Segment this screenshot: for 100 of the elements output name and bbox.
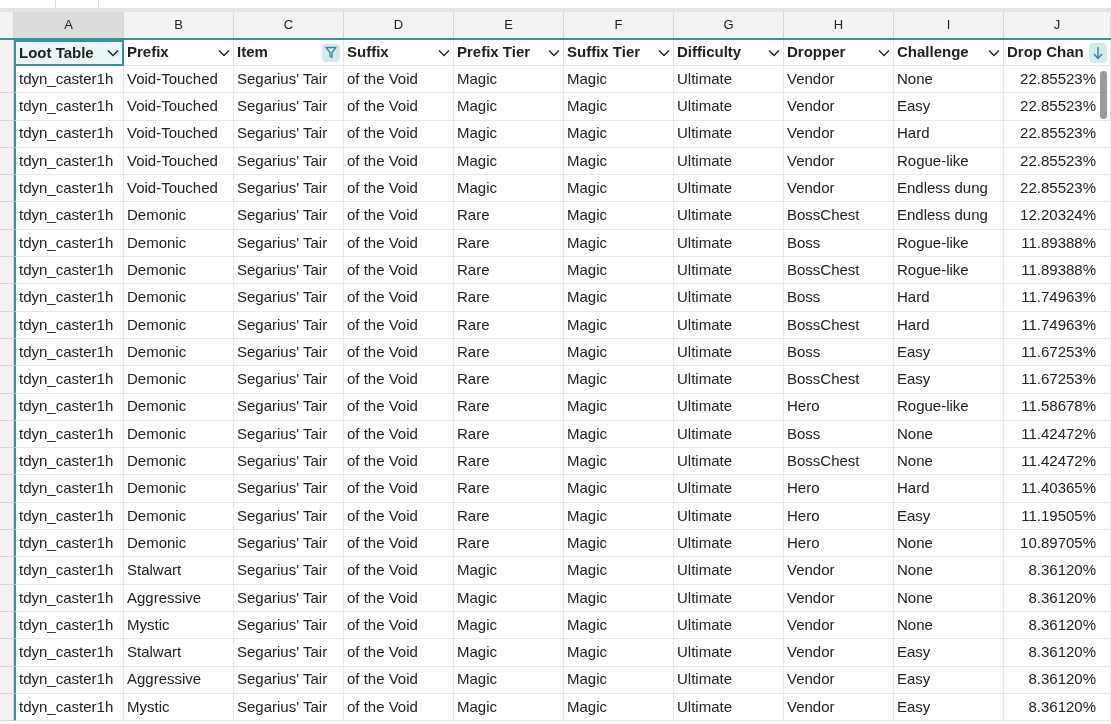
table-cell: Ultimate — [674, 639, 784, 667]
table-cell: Magic — [564, 311, 674, 339]
table-cell: tdyn_caster1h — [14, 502, 124, 531]
table-cell: BossChest — [784, 202, 894, 230]
table-cell: Magic — [564, 393, 674, 421]
row-header[interactable] — [0, 557, 14, 585]
table-cell: Stalwart — [124, 639, 234, 667]
table-cell: Hard — [894, 311, 1004, 339]
table-cell: 8.36120% — [1004, 639, 1111, 667]
table-cell: Ultimate — [674, 338, 784, 367]
table-cell: Void-Touched — [124, 66, 234, 94]
table-cell: tdyn_caster1h — [14, 530, 124, 558]
row-header[interactable] — [0, 147, 14, 176]
table-cell: Magic — [454, 147, 564, 176]
row-header[interactable] — [0, 366, 14, 394]
table-cell: Magic — [564, 229, 674, 258]
column-header[interactable]: Dropper — [784, 40, 894, 66]
column-header[interactable]: Drop Chan — [1004, 40, 1111, 66]
chevron-down-icon[interactable] — [438, 48, 450, 57]
chevron-down-icon[interactable] — [218, 48, 230, 57]
table-cell: Demonic — [124, 229, 234, 258]
table-cell: Magic — [564, 175, 674, 203]
table-cell: of the Void — [344, 693, 454, 722]
table-cell: of the Void — [344, 475, 454, 503]
table-cell: Hero — [784, 393, 894, 421]
chevron-down-icon[interactable] — [878, 48, 890, 57]
row-header[interactable] — [0, 40, 14, 66]
table-cell: Demonic — [124, 448, 234, 476]
row-header[interactable] — [0, 611, 14, 640]
row-header[interactable] — [0, 202, 14, 230]
row-header[interactable] — [0, 666, 14, 694]
table-cell: Segarius' Tair — [234, 666, 344, 694]
table-cell: Magic — [564, 666, 674, 694]
column-header[interactable]: Loot Table — [14, 40, 124, 66]
table-cell: Segarius' Tair — [234, 147, 344, 176]
table-cell: 22.85523% — [1004, 120, 1111, 148]
table-cell: Demonic — [124, 420, 234, 449]
column-header[interactable]: Challenge — [894, 40, 1004, 66]
row-header[interactable] — [0, 393, 14, 421]
table-cell: Segarius' Tair — [234, 448, 344, 476]
table-cell: Vendor — [784, 611, 894, 640]
filter-icon[interactable] — [322, 43, 340, 62]
column-header[interactable]: Suffix Tier — [564, 40, 674, 66]
chevron-down-icon[interactable] — [548, 48, 560, 57]
row-header[interactable] — [0, 257, 14, 285]
table-cell: Ultimate — [674, 448, 784, 476]
column-header[interactable]: Item — [234, 40, 344, 66]
row-header[interactable] — [0, 311, 14, 339]
scrollbar-thumb[interactable] — [1100, 71, 1107, 119]
row-header[interactable] — [0, 475, 14, 503]
table-cell: Demonic — [124, 530, 234, 558]
table-cell: Demonic — [124, 202, 234, 230]
chevron-down-icon[interactable] — [658, 48, 670, 57]
row-header[interactable] — [0, 175, 14, 203]
table-cell: Easy — [894, 502, 1004, 531]
row-header[interactable] — [0, 66, 14, 94]
table-cell: Magic — [564, 338, 674, 367]
column-header[interactable]: Prefix — [124, 40, 234, 66]
table-cell: 11.58678% — [1004, 393, 1111, 421]
row-header[interactable] — [0, 584, 14, 612]
row-header[interactable] — [0, 448, 14, 476]
chevron-down-icon[interactable] — [768, 48, 780, 57]
row-header[interactable] — [0, 284, 14, 312]
row-header[interactable] — [0, 502, 14, 531]
table-cell: Magic — [564, 611, 674, 640]
table-cell: Magic — [454, 175, 564, 203]
table-cell: Ultimate — [674, 366, 784, 394]
table-cell: tdyn_caster1h — [14, 693, 124, 722]
table-cell: Rogue-like — [894, 393, 1004, 421]
chevron-down-icon[interactable] — [988, 48, 1000, 57]
row-header[interactable] — [0, 639, 14, 667]
table-cell: 11.67253% — [1004, 366, 1111, 394]
row-header[interactable] — [0, 693, 14, 722]
table-cell: None — [894, 530, 1004, 558]
row-header[interactable] — [0, 229, 14, 258]
table-cell: Demonic — [124, 393, 234, 421]
column-header[interactable]: Difficulty — [674, 40, 784, 66]
column-header[interactable]: Suffix — [344, 40, 454, 66]
table-cell: of the Void — [344, 448, 454, 476]
table-cell: Aggressive — [124, 666, 234, 694]
table-cell: Vendor — [784, 584, 894, 612]
table-cell: tdyn_caster1h — [14, 666, 124, 694]
table-cell: of the Void — [344, 311, 454, 339]
table-cell: tdyn_caster1h — [14, 202, 124, 230]
table-cell: Rare — [454, 502, 564, 531]
table-cell: Ultimate — [674, 557, 784, 585]
table-cell: of the Void — [344, 93, 454, 121]
row-header[interactable] — [0, 120, 14, 148]
table-cell: Vendor — [784, 147, 894, 176]
table-cell: Magic — [454, 120, 564, 148]
table-cell: Ultimate — [674, 584, 784, 612]
table-cell: Endless dung — [894, 202, 1004, 230]
table-cell: Void-Touched — [124, 93, 234, 121]
row-header[interactable] — [0, 338, 14, 367]
column-header[interactable]: Prefix Tier — [454, 40, 564, 66]
row-header[interactable] — [0, 420, 14, 449]
row-header[interactable] — [0, 93, 14, 121]
column-letter[interactable]: A — [14, 12, 124, 38]
row-header[interactable] — [0, 530, 14, 558]
chevron-down-icon[interactable] — [107, 49, 119, 57]
